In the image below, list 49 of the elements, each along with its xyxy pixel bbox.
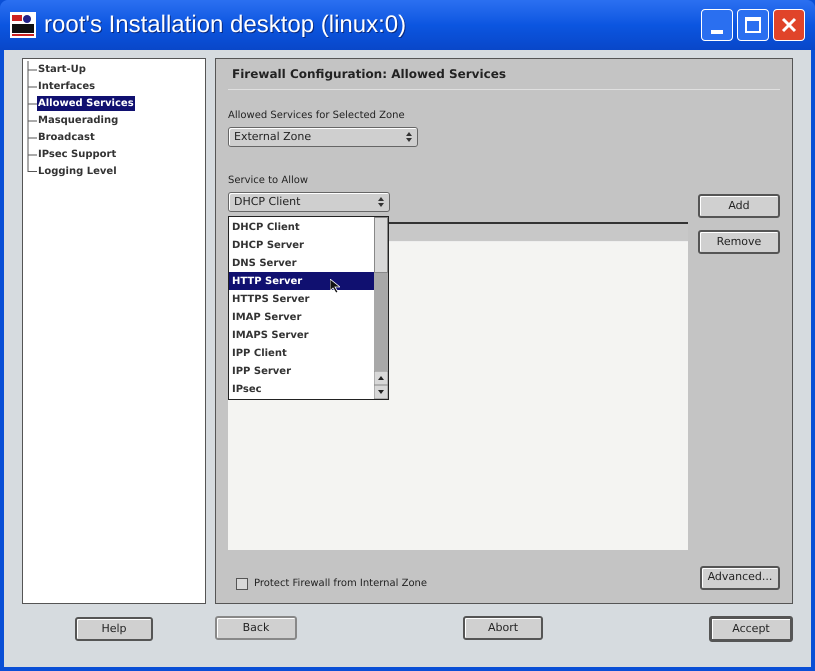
dropdown-option[interactable]: DHCP Client — [229, 218, 374, 236]
tree-connector — [27, 95, 37, 112]
close-button[interactable] — [773, 9, 805, 41]
abort-button[interactable]: Abort — [463, 616, 543, 640]
tree-item[interactable]: Allowed Services — [37, 96, 135, 111]
service-dropdown[interactable]: DHCP Client — [228, 192, 390, 212]
tree-item[interactable]: IPsec Support — [37, 147, 118, 162]
accept-button[interactable]: Accept — [709, 616, 793, 642]
remove-button[interactable]: Remove — [698, 230, 780, 254]
dropdown-option[interactable]: HTTP Server — [229, 272, 374, 290]
spinner-icon — [406, 132, 412, 142]
dropdown-option[interactable]: HTTPS Server — [229, 290, 374, 308]
window-title: root's Installation desktop (linux:0) — [44, 10, 406, 40]
tree-item[interactable]: Broadcast — [37, 130, 96, 145]
tree-connector — [27, 129, 37, 146]
tree-connector — [27, 61, 37, 78]
scrollbar[interactable] — [374, 217, 388, 399]
scroll-down-icon[interactable] — [374, 385, 388, 399]
zone-dropdown[interactable]: External Zone — [228, 127, 418, 147]
dropdown-option[interactable]: DHCP Server — [229, 236, 374, 254]
spinner-icon — [378, 197, 384, 207]
minimize-icon — [711, 30, 723, 34]
close-icon — [781, 17, 797, 33]
checkbox[interactable] — [236, 578, 248, 590]
scroll-up-icon[interactable] — [374, 371, 388, 385]
add-button[interactable]: Add — [698, 194, 780, 218]
mouse-pointer-icon — [330, 279, 340, 293]
zone-label: Allowed Services for Selected Zone — [228, 109, 406, 123]
help-button[interactable]: Help — [75, 617, 153, 641]
tree-item[interactable]: Masquerading — [37, 113, 120, 128]
dropdown-option[interactable]: IPP Client — [229, 344, 374, 362]
maximize-icon — [745, 17, 761, 33]
advanced-button[interactable]: Advanced... — [700, 566, 780, 590]
dropdown-option[interactable]: IMAPS Server — [229, 326, 374, 344]
dropdown-option[interactable]: IPP Server — [229, 362, 374, 380]
panel-heading: Firewall Configuration: Allowed Services — [228, 65, 780, 90]
minimize-button[interactable] — [701, 9, 733, 41]
tree-connector — [27, 78, 37, 95]
tree-item[interactable]: Interfaces — [37, 79, 96, 94]
checkbox-label: Protect Firewall from Internal Zone — [254, 577, 428, 591]
tree-connector — [27, 112, 37, 129]
tree-item[interactable]: Start-Up — [37, 62, 87, 77]
dropdown-option[interactable]: IMAP Server — [229, 308, 374, 326]
tree-item[interactable]: Logging Level — [37, 164, 118, 179]
dropdown-option[interactable]: IPsec — [229, 380, 374, 398]
maximize-button[interactable] — [737, 9, 769, 41]
service-label: Service to Allow — [228, 174, 310, 188]
dropdown-option[interactable]: DNS Server — [229, 254, 374, 272]
vnc-logo-icon — [10, 12, 36, 38]
